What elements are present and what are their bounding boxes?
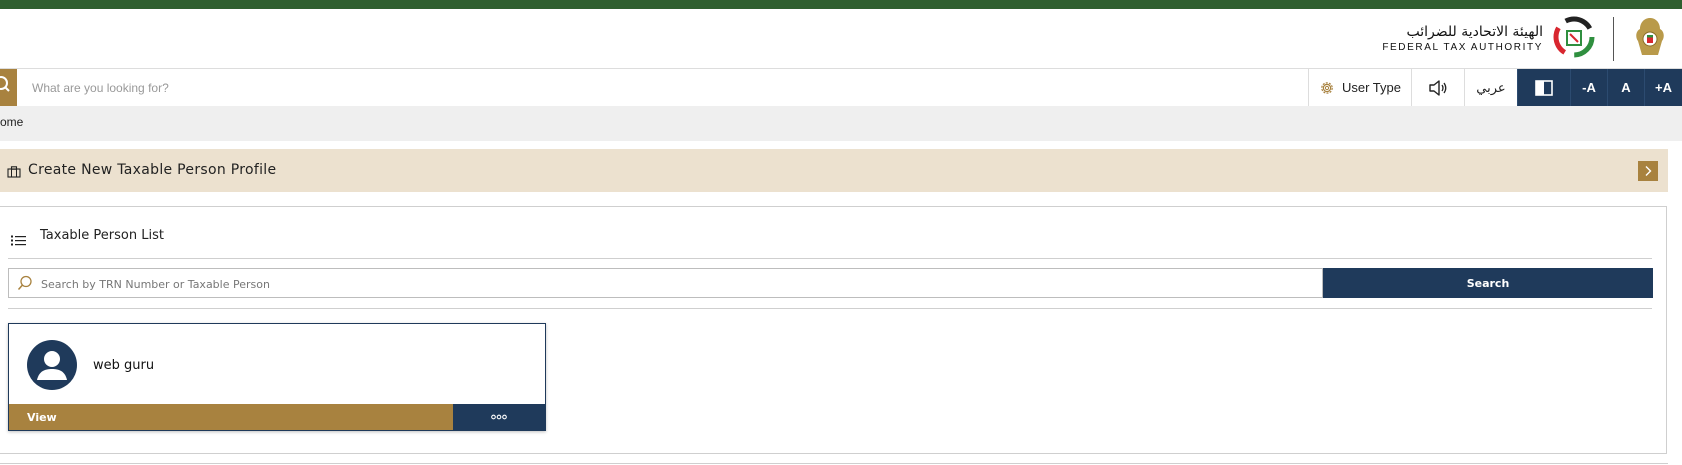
normal-font-button[interactable]: A <box>1607 69 1644 106</box>
create-profile-arrow-button[interactable] <box>1638 161 1658 181</box>
more-dots-icon <box>491 414 507 420</box>
increase-font-label: +A <box>1655 80 1672 95</box>
view-button[interactable]: View <box>9 404 454 430</box>
speaker-icon <box>1428 79 1448 97</box>
decrease-font-label: -A <box>1582 80 1596 95</box>
search-icon <box>17 275 33 295</box>
top-color-strip <box>0 0 1682 9</box>
contrast-toggle-button[interactable] <box>1517 69 1570 106</box>
briefcase-icon <box>7 163 21 182</box>
site-search-button[interactable] <box>0 69 17 106</box>
user-type-selector[interactable]: User Type <box>1308 69 1411 106</box>
arabic-language-link[interactable]: عربي <box>1464 69 1517 106</box>
avatar <box>27 340 77 390</box>
search-button[interactable]: Search <box>1323 268 1653 298</box>
create-profile-bar[interactable]: Create New Taxable Person Profile <box>0 149 1668 192</box>
site-search-input[interactable] <box>18 69 1308 106</box>
taxable-person-search-input[interactable] <box>39 270 1313 298</box>
more-options-button[interactable] <box>453 404 545 430</box>
divider <box>8 308 1652 309</box>
arabic-language-label: عربي <box>1476 79 1506 95</box>
site-header: الهيئة الاتحادية للضرائب FEDERAL TAX AUT… <box>0 9 1682 68</box>
divider <box>0 463 1668 464</box>
user-avatar-icon <box>37 351 67 380</box>
user-type-label: User Type <box>1341 80 1401 95</box>
taxable-person-list-title: Taxable Person List <box>40 228 164 243</box>
search-icon <box>0 69 17 106</box>
normal-font-label: A <box>1621 80 1631 95</box>
breadcrumb-home-link[interactable]: ome <box>0 115 23 129</box>
divider <box>8 258 1652 259</box>
taxable-person-search-field[interactable] <box>8 268 1323 298</box>
fta-logo[interactable]: الهيئة الاتحادية للضرائب FEDERAL TAX AUT… <box>1382 15 1668 63</box>
screen-reader-button[interactable] <box>1411 69 1464 106</box>
increase-font-button[interactable]: +A <box>1644 69 1682 106</box>
fta-logo-arabic: الهيئة الاتحادية للضرائب <box>1406 24 1543 40</box>
fta-logo-english: FEDERAL TAX AUTHORITY <box>1382 42 1543 53</box>
view-button-label: View <box>27 410 57 424</box>
taxable-person-name: web guru <box>93 358 155 373</box>
contrast-icon <box>1535 79 1553 96</box>
taxable-person-card: web guru View <box>8 323 546 431</box>
decrease-font-button[interactable]: -A <box>1570 69 1607 106</box>
fta-logo-text: الهيئة الاتحادية للضرائب FEDERAL TAX AUT… <box>1382 25 1543 53</box>
uae-emblem-icon <box>1632 15 1668 63</box>
top-toolbar: User Type عربي -A A +A <box>0 68 1682 107</box>
create-profile-label: Create New Taxable Person Profile <box>28 162 277 178</box>
fta-emblem-icon <box>1553 16 1595 62</box>
breadcrumb: ome <box>0 106 1682 141</box>
chevron-right-icon <box>1643 165 1653 177</box>
logo-divider <box>1613 17 1614 61</box>
taxable-person-list-panel: Taxable Person List Search web guru View <box>0 206 1667 454</box>
list-icon <box>11 231 26 250</box>
gear-icon <box>1319 80 1335 96</box>
